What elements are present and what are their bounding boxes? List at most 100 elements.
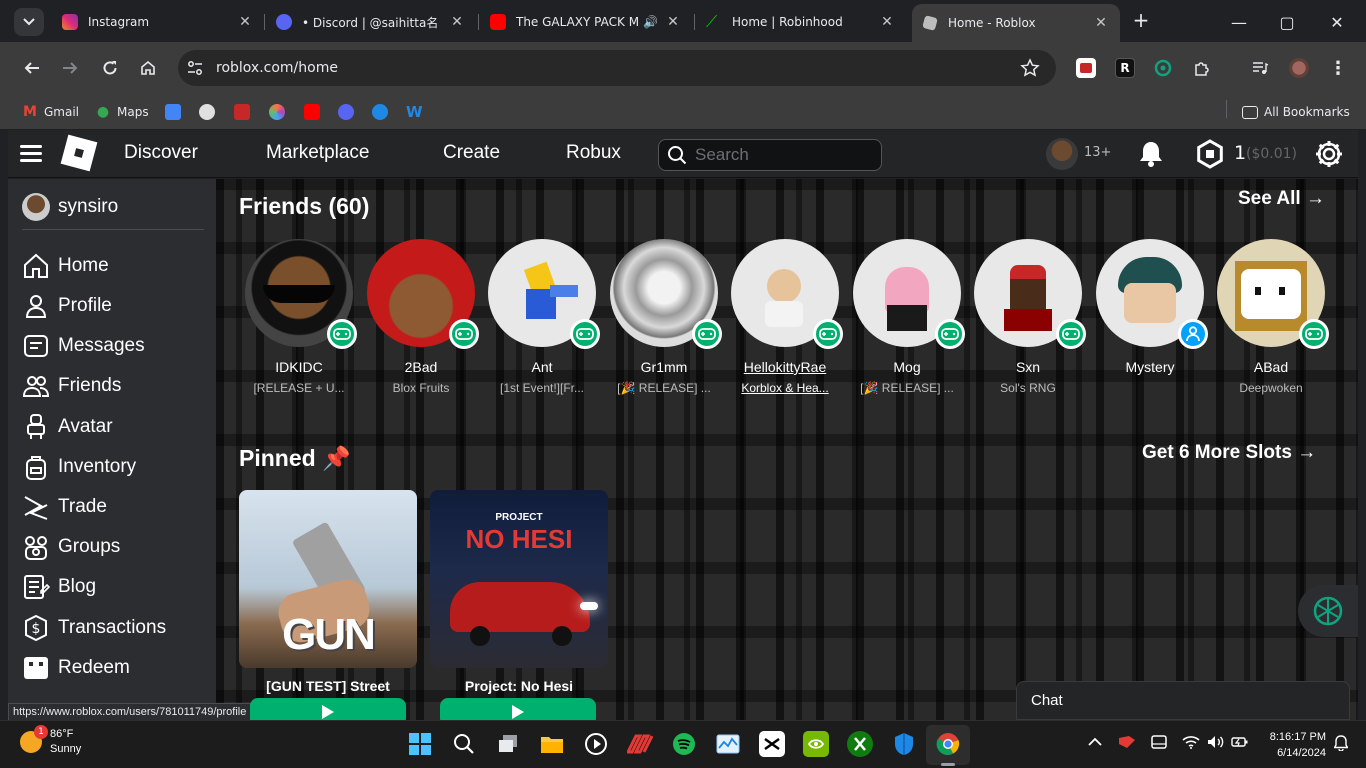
friend-name[interactable]: Sxn	[968, 359, 1088, 375]
file-explorer-icon[interactable]	[539, 731, 565, 757]
performance-monitor-icon[interactable]	[715, 731, 741, 757]
friend-tile[interactable]: Sxn Sol's RNG	[968, 239, 1088, 395]
game-thumbnail[interactable]: PROJECT NO HESI	[430, 490, 608, 668]
friend-name[interactable]: Gr1mm	[604, 359, 724, 375]
sidebar-item-avatar[interactable]: Avatar	[22, 411, 212, 443]
friend-game[interactable]: Deepwoken	[1211, 381, 1331, 395]
friend-tile[interactable]: Ant [1st Event!][Fr...	[482, 239, 602, 395]
friend-name[interactable]: Mystery	[1090, 359, 1210, 375]
tab-discord[interactable]: • Discord | @saihitta名 ✕	[266, 6, 476, 38]
bookmark-translate[interactable]	[165, 102, 187, 122]
close-icon[interactable]: ✕	[664, 14, 682, 30]
start-button[interactable]	[407, 731, 433, 757]
friend-game[interactable]: [RELEASE + U...	[239, 381, 359, 395]
roblox-logo[interactable]	[60, 134, 98, 172]
profile-avatar-icon[interactable]	[1289, 58, 1309, 78]
capcut-icon[interactable]	[759, 731, 785, 757]
bookmark-gmail[interactable]: M Gmail	[22, 102, 79, 122]
sidebar-item-friends[interactable]: Friends	[22, 370, 212, 402]
sidebar-item-groups[interactable]: Groups	[22, 531, 212, 563]
kebab-menu-icon[interactable]: ⋮	[1328, 58, 1348, 79]
search-input[interactable]	[695, 145, 865, 165]
sidebar-item-home[interactable]: Home	[22, 250, 212, 282]
all-bookmarks[interactable]: All Bookmarks	[1242, 102, 1350, 122]
friend-avatar[interactable]	[974, 239, 1086, 349]
game-name[interactable]: [GUN TEST] Street	[239, 678, 417, 694]
sidebar-item-redeem[interactable]: Redeem	[22, 652, 212, 684]
gear-icon[interactable]	[1314, 139, 1344, 169]
page-scrollbar[interactable]	[1358, 130, 1366, 720]
bookmark-star-icon[interactable]	[1020, 58, 1040, 78]
play-button[interactable]	[250, 698, 406, 720]
extensions-puzzle-icon[interactable]	[1192, 58, 1212, 78]
friend-game[interactable]: Korblox & Hea...	[725, 381, 845, 395]
taskbar-search-button[interactable]	[451, 731, 477, 757]
address-bar[interactable]: roblox.com/home	[178, 50, 1056, 86]
media-control-icon[interactable]	[1250, 58, 1270, 78]
home-button[interactable]	[134, 54, 162, 82]
friend-avatar[interactable]	[731, 239, 843, 349]
bookmark-discord[interactable]	[338, 102, 360, 122]
friend-avatar[interactable]	[488, 239, 600, 349]
hamburger-menu-icon[interactable]	[20, 145, 42, 163]
bookmark-maps[interactable]: ● Maps	[95, 102, 149, 122]
tray-red-app-icon[interactable]	[1118, 735, 1136, 753]
media-player-icon[interactable]	[583, 731, 609, 757]
friend-game[interactable]: [🎉 RELEASE] ...	[604, 381, 724, 395]
site-info-icon[interactable]	[186, 59, 204, 77]
friend-name[interactable]: HellokittyRae	[725, 359, 845, 375]
close-icon[interactable]: ✕	[236, 14, 254, 30]
sidebar-item-messages[interactable]: Messages	[22, 330, 212, 362]
back-button[interactable]	[18, 54, 46, 82]
weather-widget[interactable]: 1 86°F Sunny	[20, 725, 81, 757]
system-clock[interactable]: 8:16:17 PM 6/14/2024	[1262, 729, 1326, 761]
sidebar-user[interactable]: synsiro	[22, 193, 118, 221]
friend-tile[interactable]: Mystery	[1090, 239, 1210, 381]
bookmark-blue-circle[interactable]	[372, 102, 394, 122]
friend-avatar[interactable]	[1096, 239, 1208, 349]
chatgpt-floating-button[interactable]	[1298, 585, 1358, 637]
game-thumbnail[interactable]: GUN TEST	[239, 490, 417, 668]
friend-game[interactable]: Sol's RNG	[968, 381, 1088, 395]
extension-icon[interactable]	[1076, 58, 1096, 78]
maximize-button[interactable]: ▢	[1264, 8, 1310, 36]
red-app-taskbar-icon[interactable]	[627, 731, 653, 757]
sidebar-item-transactions[interactable]: $ Transactions	[22, 612, 212, 644]
reload-button[interactable]	[96, 54, 124, 82]
tab-robinhood[interactable]: ⟋ Home | Robinhood ✕	[696, 6, 906, 38]
forward-button[interactable]	[56, 54, 84, 82]
sidebar-item-blog[interactable]: Blog	[22, 571, 212, 603]
wifi-icon[interactable]	[1182, 735, 1200, 753]
chrome-icon[interactable]	[935, 731, 961, 757]
nvidia-icon[interactable]	[803, 731, 829, 757]
friend-name[interactable]: Mog	[847, 359, 967, 375]
close-window-button[interactable]: ✕	[1314, 8, 1360, 36]
bookmark-w[interactable]: W	[406, 102, 428, 122]
header-avatar[interactable]	[1046, 138, 1078, 170]
get-more-slots-link[interactable]: Get 6 More Slots →	[1142, 442, 1316, 464]
xbox-icon[interactable]	[847, 731, 873, 757]
spotify-icon[interactable]	[671, 731, 697, 757]
close-icon[interactable]: ✕	[878, 14, 896, 30]
see-all-friends-link[interactable]: See All →	[1238, 188, 1325, 210]
friend-game[interactable]: [🎉 RELEASE] ...	[847, 381, 967, 395]
minimize-button[interactable]: —	[1216, 8, 1262, 36]
friend-avatar[interactable]	[610, 239, 722, 349]
notification-bell-icon[interactable]	[1333, 735, 1349, 755]
friend-name[interactable]: Ant	[482, 359, 602, 375]
tray-device-icon[interactable]	[1151, 735, 1167, 753]
volume-icon[interactable]	[1207, 735, 1225, 753]
sidebar-item-trade[interactable]: Trade	[22, 491, 212, 523]
bookmark-youtube[interactable]	[304, 102, 326, 122]
friend-tile[interactable]: Mog [🎉 RELEASE] ...	[847, 239, 967, 395]
close-icon[interactable]: ✕	[448, 14, 466, 30]
nav-robux[interactable]: Robux	[566, 142, 621, 164]
defender-icon[interactable]	[891, 731, 917, 757]
nav-discover[interactable]: Discover	[124, 142, 198, 164]
tab-youtube[interactable]: The GALAXY PACK Ma 🔊 ✕	[480, 6, 692, 38]
sidebar-item-profile[interactable]: Profile	[22, 290, 212, 322]
pinned-game-card[interactable]: PROJECT NO HESI Project: No Hesi	[430, 490, 608, 694]
friend-tile[interactable]: IDKIDC [RELEASE + U...	[239, 239, 359, 395]
sidebar-item-inventory[interactable]: Inventory	[22, 451, 212, 483]
friend-tile[interactable]: 2Bad Blox Fruits	[361, 239, 481, 395]
